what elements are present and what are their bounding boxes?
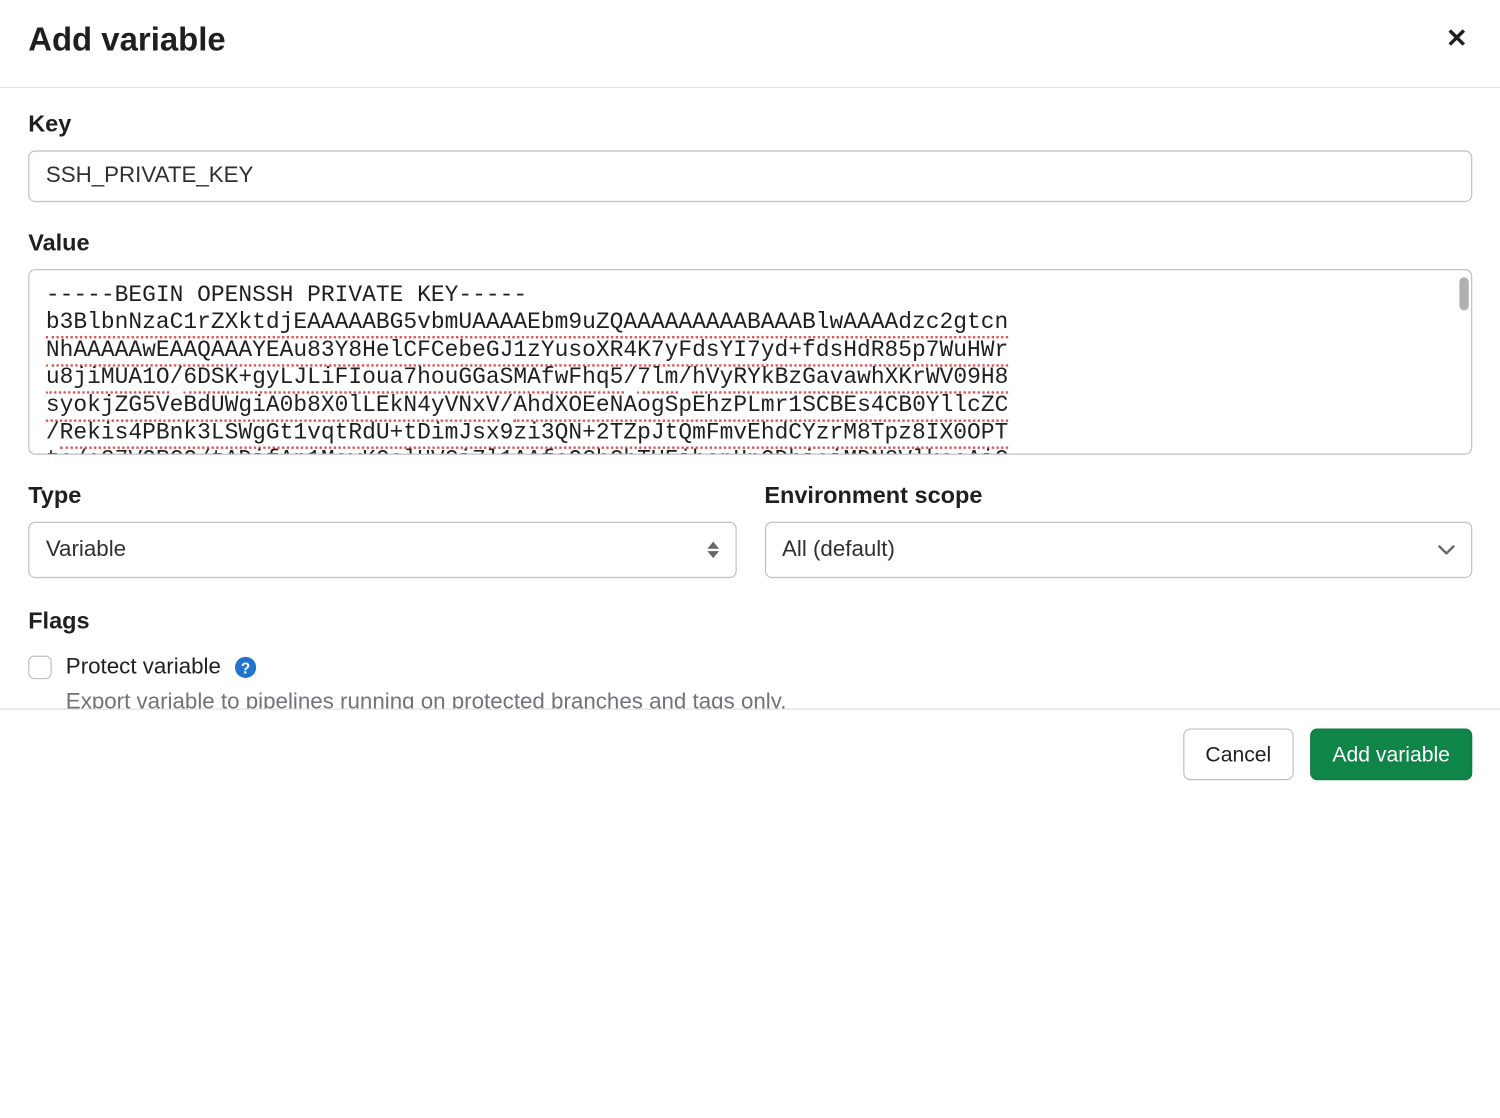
value-textarea[interactable]: -----BEGIN OPENSSH PRIVATE KEY----- b3Bl… — [28, 269, 1472, 455]
modal-title: Add variable — [28, 21, 225, 59]
modal-footer: Cancel Add variable — [0, 709, 1500, 802]
env-scope-select[interactable]: All (default) — [764, 522, 1472, 578]
env-scope-selected-value: All (default) — [782, 537, 895, 563]
modal-header: Add variable ✕ — [0, 0, 1500, 88]
type-label: Type — [28, 483, 736, 510]
add-variable-button[interactable]: Add variable — [1310, 729, 1472, 781]
help-icon[interactable]: ? — [235, 657, 256, 678]
close-icon[interactable]: ✕ — [1441, 21, 1472, 56]
key-label: Key — [28, 112, 1472, 139]
flags-heading: Flags — [28, 609, 1472, 636]
cancel-button[interactable]: Cancel — [1183, 729, 1293, 781]
type-selected-value: Variable — [46, 537, 126, 563]
sort-icon — [707, 542, 719, 558]
modal-body: Key Value -----BEGIN OPENSSH PRIVATE KEY… — [0, 88, 1500, 801]
env-scope-label: Environment scope — [764, 483, 1472, 510]
chevron-down-icon — [1438, 542, 1454, 558]
value-label: Value — [28, 230, 1472, 257]
protect-label: Protect variable — [66, 654, 221, 680]
key-input[interactable] — [28, 150, 1472, 202]
type-select[interactable]: Variable — [28, 522, 736, 578]
protect-checkbox[interactable] — [28, 656, 51, 680]
scrollbar-thumb[interactable] — [1459, 277, 1468, 310]
